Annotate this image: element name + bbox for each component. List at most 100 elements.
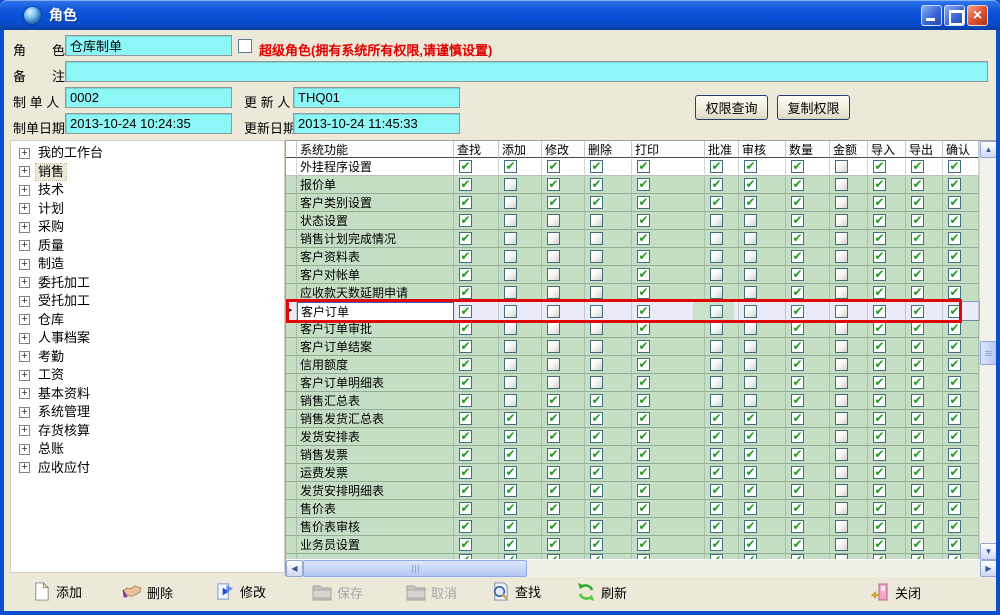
tree-item[interactable]: + 制造 [11,255,284,274]
expand-plus-icon[interactable]: + [19,314,30,326]
permission-checkbox[interactable] [710,484,723,497]
permission-checkbox[interactable] [590,322,603,335]
permission-checkbox[interactable] [835,268,848,281]
permission-checkbox[interactable] [504,394,517,407]
tree-item[interactable]: + 基本资料 [11,385,284,404]
permission-checkbox[interactable] [504,554,517,559]
function-name-cell[interactable]: 应收款天数延期申请 [297,284,454,302]
tree-item[interactable]: + 人事档案 [11,329,284,348]
permission-checkbox[interactable] [590,358,603,371]
permission-checkbox[interactable] [547,286,560,299]
permission-checkbox[interactable] [590,232,603,245]
expand-plus-icon[interactable]: + [19,147,30,159]
tree-item[interactable]: + 委托加工 [11,274,284,293]
permission-checkbox[interactable] [911,250,924,263]
expand-plus-icon[interactable]: + [19,184,30,196]
permission-checkbox[interactable] [547,502,560,515]
permission-checkbox[interactable] [637,340,650,353]
permission-checkbox[interactable] [504,178,517,191]
permission-checkbox[interactable] [504,214,517,227]
permission-checkbox[interactable] [710,412,723,425]
permission-checkbox[interactable] [948,286,961,299]
permission-checkbox[interactable] [948,358,961,371]
permission-checkbox[interactable] [637,502,650,515]
permission-checkbox[interactable] [547,304,560,318]
permission-checkbox[interactable] [459,196,472,209]
tree-item[interactable]: + 存货核算 [11,422,284,441]
permission-checkbox[interactable] [791,538,804,551]
permission-checkbox[interactable] [873,394,886,407]
permission-checkbox[interactable] [911,376,924,389]
function-name-cell[interactable]: 客户对帐单 [297,266,454,284]
permission-checkbox[interactable] [547,160,560,173]
permission-checkbox[interactable] [547,538,560,551]
permission-checkbox[interactable] [791,178,804,191]
table-row[interactable]: 状态设置 [286,212,979,230]
horizontal-scroll-thumb[interactable] [303,560,527,577]
creator-input[interactable] [65,87,232,108]
permission-checkbox[interactable] [791,214,804,227]
permission-checkbox[interactable] [637,268,650,281]
permission-checkbox[interactable] [911,232,924,245]
permission-checkbox[interactable] [911,286,924,299]
permission-checkbox[interactable] [835,160,848,173]
permission-checkbox[interactable] [911,160,924,173]
permission-checkbox[interactable] [873,322,886,335]
permission-checkbox[interactable] [547,430,560,443]
permission-checkbox[interactable] [590,394,603,407]
permission-checkbox[interactable] [459,376,472,389]
permission-checkbox[interactable] [873,178,886,191]
permission-checkbox[interactable] [590,466,603,479]
permission-checkbox[interactable] [459,322,472,335]
permission-checkbox[interactable] [835,178,848,191]
permission-checkbox[interactable] [791,466,804,479]
permission-checkbox[interactable] [459,466,472,479]
permission-checkbox[interactable] [835,412,848,425]
permission-checkbox[interactable] [744,358,757,371]
permission-checkbox[interactable] [873,502,886,515]
permission-checkbox[interactable] [710,268,723,281]
permission-checkbox[interactable] [911,358,924,371]
permission-checkbox[interactable] [791,304,804,318]
permission-checkbox[interactable] [459,340,472,353]
permission-checkbox[interactable] [873,196,886,209]
permission-checkbox[interactable] [873,286,886,299]
expand-plus-icon[interactable]: + [19,388,30,400]
expand-plus-icon[interactable]: + [19,258,30,270]
role-input[interactable] [65,35,232,56]
updater-input[interactable] [293,87,460,108]
permission-checkbox[interactable] [873,538,886,551]
tree-item[interactable]: + 仓库 [11,311,284,330]
permission-checkbox[interactable] [459,538,472,551]
permission-checkbox[interactable] [547,484,560,497]
permission-checkbox[interactable] [835,554,848,559]
permission-checkbox[interactable] [459,250,472,263]
permission-checkbox[interactable] [873,340,886,353]
permission-checkbox[interactable] [710,538,723,551]
permission-checkbox[interactable] [459,232,472,245]
table-row[interactable]: ▶ 客户订单 [286,299,980,323]
permission-checkbox[interactable] [835,376,848,389]
permission-checkbox[interactable] [504,376,517,389]
expand-plus-icon[interactable]: + [19,425,30,437]
scroll-left-icon[interactable]: ◀ [286,560,303,577]
permission-checkbox[interactable] [948,448,961,461]
vertical-scroll-thumb[interactable] [980,341,996,365]
permission-checkbox[interactable] [873,250,886,263]
permission-checkbox[interactable] [547,214,560,227]
permission-checkbox[interactable] [873,160,886,173]
scroll-down-icon[interactable]: ▼ [980,543,996,560]
permission-checkbox[interactable] [637,196,650,209]
permission-checkbox[interactable] [547,196,560,209]
function-name-cell[interactable]: 客户类别设置 [297,194,454,212]
permission-checkbox[interactable] [459,520,472,533]
table-row[interactable]: 客户类别设置 [286,194,979,212]
table-row[interactable]: 发货安排表 [286,428,979,446]
expand-plus-icon[interactable]: + [19,203,30,215]
close-window-button[interactable]: 关闭 [870,582,921,602]
permission-checkbox[interactable] [744,340,757,353]
function-name-cell[interactable]: 发货安排表 [297,428,454,446]
permission-checkbox[interactable] [590,268,603,281]
permission-checkbox[interactable] [710,232,723,245]
permission-checkbox[interactable] [791,484,804,497]
